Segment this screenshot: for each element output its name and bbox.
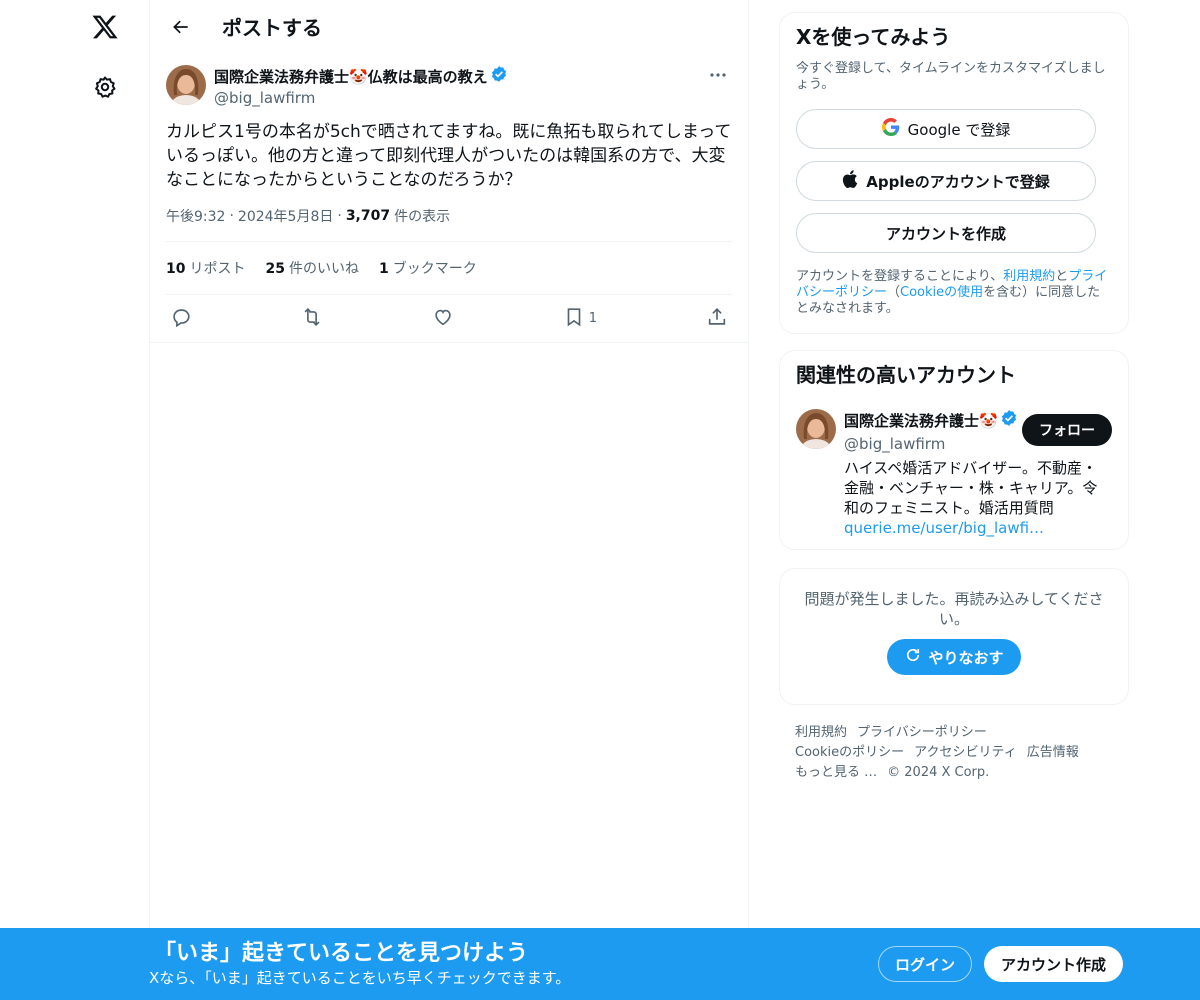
views-count: 3,707 [345,208,391,224]
related-account-name[interactable]: 国際企業法務弁護士🤡 [844,411,998,431]
refresh-icon [904,646,922,668]
apple-signup-button[interactable]: Appleのアカウントで登録 [796,161,1096,201]
legal-text: （ [887,285,901,300]
separator: · [337,208,342,224]
stat-likes[interactable]: 25 件のいいね [265,258,358,278]
legal-text: と [1055,269,1069,284]
google-icon [881,118,900,140]
legal-text: アカウントを登録することにより、 [796,269,1004,284]
back-arrow-icon[interactable] [164,10,198,44]
views-label: 件の表示 [394,209,451,225]
stat-bookmarks[interactable]: 1 ブックマーク [379,258,477,278]
bottom-signup-bar: 「いま」起きていることを見つけよう Xなら、「いま」起きていることをいち早くチェ… [0,928,1200,1000]
heart-icon [432,306,454,332]
avatar[interactable] [166,65,206,105]
copyright: © 2024 X Corp. [887,765,990,780]
verified-badge-icon [490,65,508,88]
like-button[interactable] [432,306,454,332]
error-card: 問題が発生しました。再読み込みしてください。 やりなおす [779,568,1129,705]
post-detail: 国際企業法務弁護士🤡仏教は最高の教え @big_lawfirm カルピス1号の本… [150,53,748,343]
bottom-bar-title: 「いま」起きていることを見つけよう [154,941,529,966]
footer-terms-link[interactable]: 利用規約 [795,725,847,740]
separator: · [229,208,234,224]
page-title: ポストする [222,16,322,40]
share-button[interactable] [706,306,728,332]
right-sidebar: Xを使ってみよう 今すぐ登録して、タイムラインをカスタマイズしましょう。 Goo… [779,12,1129,783]
post-stats: 10 リポスト 25 件のいいね 1 ブックマーク [166,242,732,295]
cookie-link[interactable]: Cookieの使用 [900,285,983,300]
related-accounts-card: 関連性の高いアカウント 国際企業法務弁護士🤡 @big_lawfirm ハイスペ… [779,350,1129,550]
apple-signup-label: Appleのアカウントで登録 [866,172,1050,191]
footer-cookie-link[interactable]: Cookieのポリシー [795,745,904,760]
avatar[interactable] [796,409,836,449]
verified-badge-icon [1000,409,1018,432]
repost-icon [301,306,323,332]
retry-label: やりなおす [928,648,1004,667]
footer-ads-link[interactable]: 広告情報 [1027,745,1079,760]
footer-more-link[interactable]: もっと見る … [795,765,877,780]
login-button[interactable]: ログイン [878,946,972,982]
author-meta: 国際企業法務弁護士🤡仏教は最高の教え @big_lawfirm [214,65,508,108]
post-metadata: 午後9:32 · 2024年5月8日 · 3,707 件の表示 [166,206,732,242]
related-title: 関連性の高いアカウント [796,363,1016,387]
share-icon [706,306,728,332]
more-options-icon[interactable] [704,65,732,85]
signup-title: Xを使ってみよう [796,25,951,49]
bookmark-button[interactable]: 1 [563,306,597,332]
post-actions: 1 [166,295,732,342]
signup-card: Xを使ってみよう 今すぐ登録して、タイムラインをカスタマイズしましょう。 Goo… [779,12,1129,334]
error-message: 問題が発生しました。再読み込みしてください。 [804,590,1104,628]
post-author: 国際企業法務弁護士🤡仏教は最高の教え @big_lawfirm [166,65,732,108]
page-header: ポストする [150,0,748,53]
footer-links: 利用規約 プライバシーポリシー Cookieのポリシー アクセシビリティ 広告情報 も… [779,723,1129,783]
related-account[interactable]: 国際企業法務弁護士🤡 @big_lawfirm ハイスペ婚活アドバイザー。不動産… [796,409,1112,538]
x-logo-icon[interactable] [88,10,122,44]
bottom-bar-subtitle: Xなら、「いま」起きていることをいち早くチェックできます。 [149,969,571,987]
google-signup-label: Google で登録 [907,120,1011,139]
terms-link[interactable]: 利用規約 [1003,269,1055,284]
reply-button[interactable] [170,306,192,332]
footer-privacy-link[interactable]: プライバシーポリシー [857,725,987,740]
apple-icon [842,170,858,192]
create-account-button[interactable]: アカウントを作成 [796,213,1096,253]
repost-button[interactable] [301,306,323,332]
signup-subtitle: 今すぐ登録して、タイムラインをカスタマイズしましょう。 [796,61,1106,92]
post-text: カルピス1号の本名が5chで晒されてますね。既に魚拓も取られてしまっているっぽい… [166,122,732,190]
follow-button[interactable]: フォロー [1022,414,1112,446]
left-rail [0,0,150,1000]
gear-icon[interactable] [91,73,119,101]
legal-notice: アカウントを登録することにより、利用規約とプライバシーポリシー（Cookieの使… [796,269,1112,317]
footer-accessibility-link[interactable]: アクセシビリティ [914,745,1017,760]
related-account-link[interactable]: querie.me/user/big_lawfi… [844,518,1104,538]
signup-button[interactable]: アカウント作成 [984,946,1123,982]
post-time[interactable]: 午後9:32 [166,206,225,226]
related-account-bio: ハイスペ婚活アドバイザー。不動産・金融・ベンチャー・株・キャリア。令和のフェミニ… [844,459,1098,517]
main-column: ポストする 国際企業法務弁護士🤡仏教は最高の教え @big_lawfirm カル… [149,0,749,1000]
retry-button[interactable]: やりなおす [887,639,1021,675]
stat-reposts[interactable]: 10 リポスト [166,258,245,278]
post-date[interactable]: 2024年5月8日 [238,206,333,226]
bookmark-icon [563,306,585,332]
author-name-line[interactable]: 国際企業法務弁護士🤡仏教は最高の教え [214,65,508,88]
reply-icon [170,306,192,332]
author-name[interactable]: 国際企業法務弁護士🤡仏教は最高の教え [214,67,488,87]
google-signup-button[interactable]: Google で登録 [796,109,1096,149]
author-handle[interactable]: @big_lawfirm [214,88,508,108]
bookmark-count: 1 [588,311,598,326]
